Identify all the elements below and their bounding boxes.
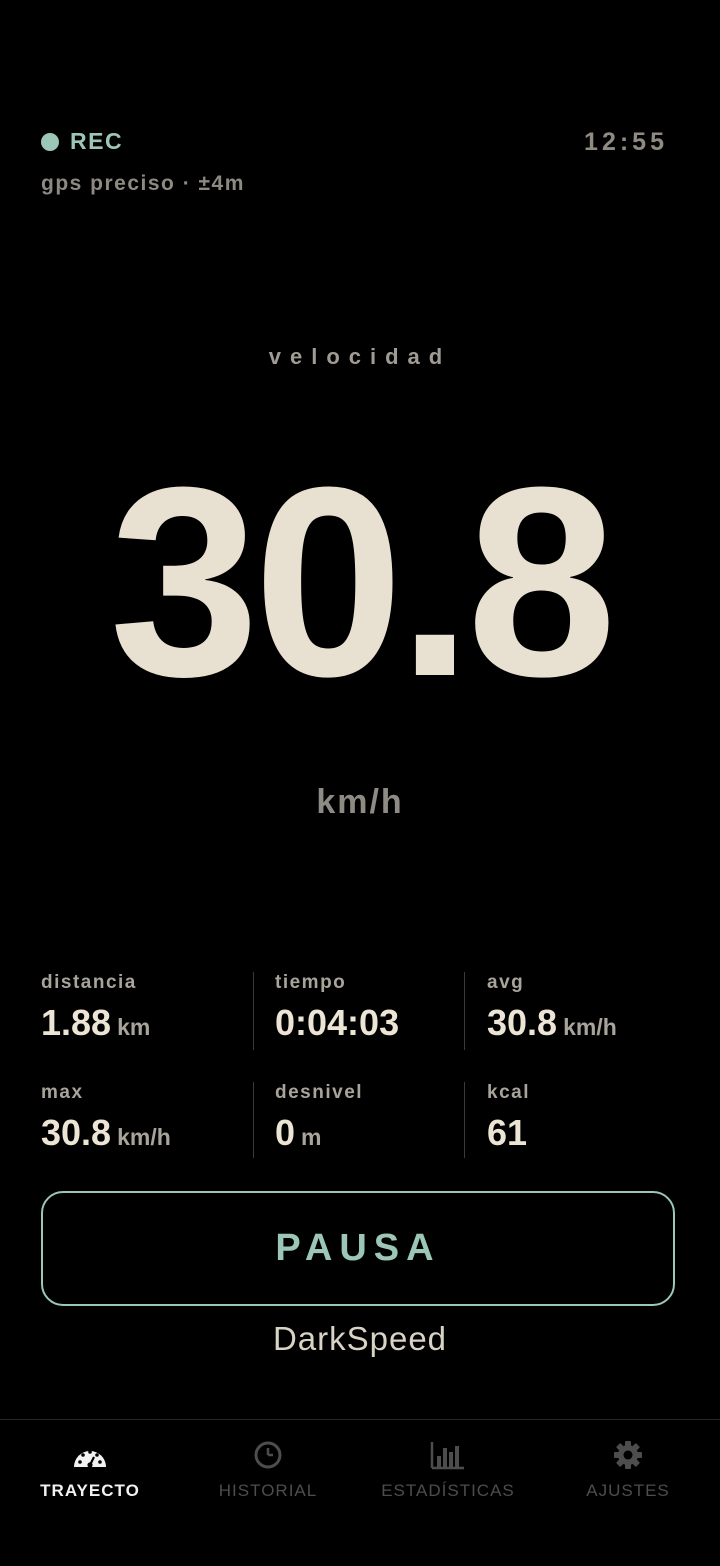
stat-value: 61 bbox=[487, 1112, 528, 1153]
stat-value: 1.88 bbox=[41, 1002, 112, 1043]
stat-unit: m bbox=[301, 1124, 322, 1150]
stat-avg: avg 30.8 km/h bbox=[487, 972, 617, 1052]
stat-value: 0:04:03 bbox=[275, 1002, 400, 1043]
stat-value: 30.8 bbox=[41, 1112, 112, 1153]
tab-label: HISTORIAL bbox=[218, 1481, 318, 1500]
tab-ajustes[interactable]: AJUSTES bbox=[538, 1420, 718, 1566]
clock-icon bbox=[254, 1441, 282, 1469]
speedometer-icon bbox=[74, 1450, 106, 1468]
stat-label: max bbox=[41, 1082, 84, 1103]
tab-historial[interactable]: HISTORIAL bbox=[178, 1420, 358, 1566]
speed-value: 30.8 bbox=[109, 432, 617, 733]
status-bar: REC 12:55 bbox=[41, 128, 668, 160]
stat-divider bbox=[253, 1082, 254, 1158]
stat-label: tiempo bbox=[275, 972, 347, 993]
stat-elevation: desnivel 0m bbox=[275, 1082, 363, 1162]
tab-label: AJUSTES bbox=[586, 1481, 670, 1500]
tab-label: ESTADÍSTICAS bbox=[381, 1481, 515, 1500]
stat-label: kcal bbox=[487, 1082, 530, 1103]
stat-unit: km bbox=[117, 1014, 151, 1040]
bottom-tab-bar: TRAYECTO HISTORIAL ESTADÍSTICAS AJUSTES bbox=[0, 1419, 720, 1566]
speed-label: velocidad bbox=[268, 344, 452, 369]
stat-divider bbox=[464, 1082, 465, 1158]
recording-dot-icon bbox=[41, 132, 59, 151]
stat-value: 30.8 bbox=[487, 1002, 558, 1043]
stat-label: avg bbox=[487, 972, 525, 993]
app-name: DarkSpeed bbox=[272, 1320, 448, 1357]
stat-value: 0 bbox=[275, 1112, 296, 1153]
stat-distance: distancia 1.88 km bbox=[41, 972, 150, 1052]
stat-divider bbox=[253, 972, 254, 1050]
stat-time: tiempo 0:04:03 bbox=[275, 972, 399, 1052]
bar-chart-icon bbox=[430, 1442, 464, 1470]
stat-kcal: kcal 61 bbox=[487, 1082, 530, 1162]
stat-label: distancia bbox=[41, 972, 137, 993]
gps-status: gps preciso · ±4m bbox=[41, 172, 245, 195]
speed-unit: km/h bbox=[316, 783, 404, 821]
tab-estadisticas[interactable]: ESTADÍSTICAS bbox=[358, 1420, 538, 1566]
stat-divider bbox=[464, 972, 465, 1050]
recording-indicator: REC bbox=[41, 128, 123, 155]
stat-label: desnivel bbox=[275, 1082, 364, 1103]
tab-trayecto[interactable]: TRAYECTO bbox=[0, 1420, 180, 1566]
tab-label: TRAYECTO bbox=[40, 1481, 140, 1500]
pause-button[interactable]: PAUSA bbox=[41, 1191, 675, 1306]
recording-label: REC bbox=[70, 128, 124, 154]
stat-unit: km/h bbox=[563, 1014, 617, 1040]
clock: 12:55 bbox=[584, 128, 668, 156]
stat-unit: km/h bbox=[117, 1124, 171, 1150]
gear-icon bbox=[614, 1441, 642, 1469]
stat-max: max 30.8 km/h bbox=[41, 1082, 171, 1162]
